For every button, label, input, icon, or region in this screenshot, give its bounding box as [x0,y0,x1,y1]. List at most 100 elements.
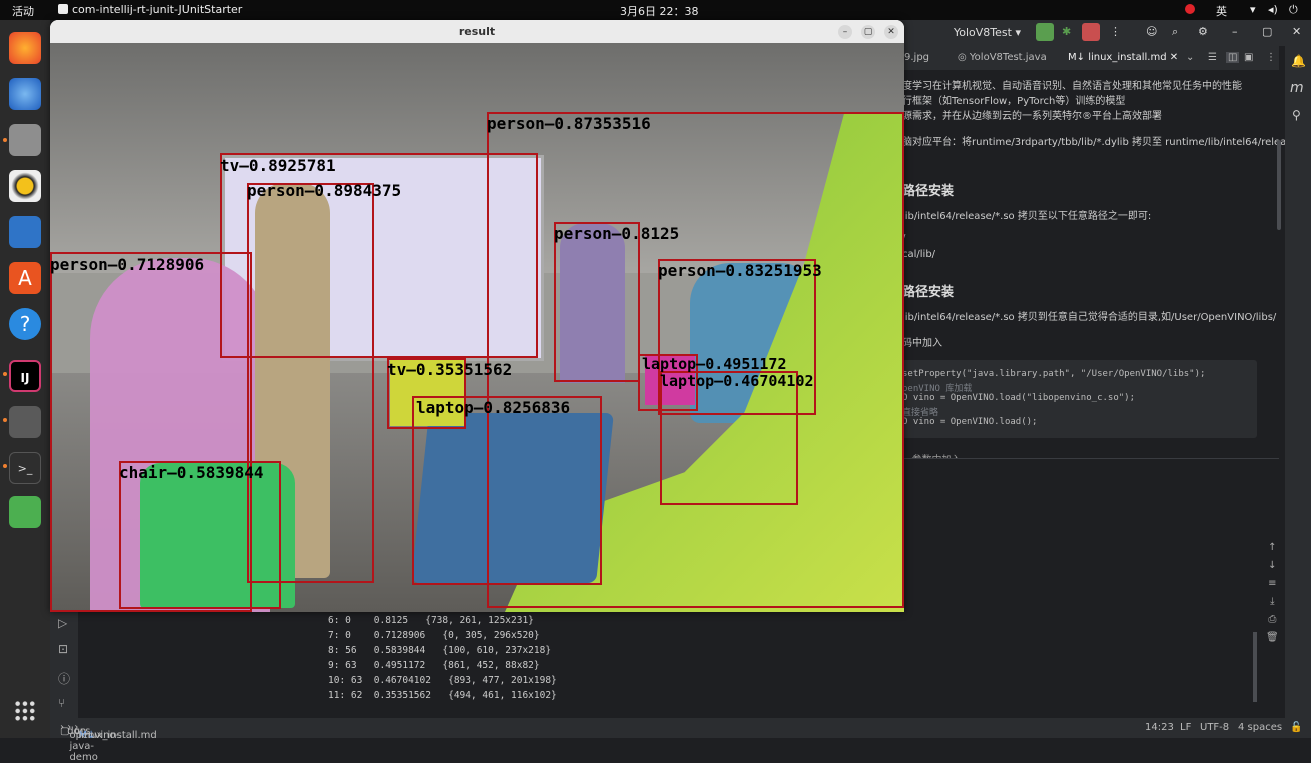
detection-label: chair–0.5839844 [119,463,264,482]
scroll-up-icon[interactable]: ↑ [1266,539,1279,557]
bbox [119,461,281,609]
tab-linux-install-md[interactable]: M↓ linux_install.md ✕ [1068,52,1178,63]
tab-yolov8test-java[interactable]: ◎ YoloV8Test.java [958,52,1047,63]
editor-tabs: 9.jpg ◎ YoloV8Test.java M↓ linux_install… [854,46,1279,71]
editor-line: lib/intel64/release/*.so 拷贝到任意自己觉得合适的目录,… [902,312,1277,323]
console-line: 6: 0 0.8125 {738, 261, 125x231} [328,615,534,626]
ide-maximize-button[interactable]: ▢ [1262,25,1272,38]
editor-line: lib/intel64/release/*.so 拷贝至以下任意路径之一即可: [902,211,1152,222]
minimize-button[interactable]: – [838,25,852,39]
file-encoding[interactable]: UTF-8 [1200,722,1229,733]
editor-line: 脑对应平台：将runtime/3rdparty/tbb/lib/*.dylib … [902,137,1302,148]
markdown-icon[interactable]: m [1290,80,1304,96]
notifications-icon[interactable]: 🔔 [1291,54,1306,68]
editor-only-icon[interactable]: ☰ [1208,52,1217,63]
editor-line: 源需求，并在从边缘到云的一系列英特尔®平台上高效部署 [902,111,1162,122]
intellij-icon[interactable]: IJ [9,360,41,392]
active-app-name[interactable]: com-intellij-rt-junit-JUnitStarter [72,3,242,16]
terminal-icon[interactable]: >_ [9,452,41,484]
right-tool-strip: 🔔 m ⚲ [1285,46,1311,738]
scroll-down-icon[interactable]: ↓ [1266,557,1279,575]
console-line: 9: 63 0.4951172 {861, 452, 88x82} [328,660,540,671]
detection-label: tv–0.8925781 [220,156,336,175]
preview-only-icon[interactable]: ▣ [1244,52,1253,63]
editor-line: 行框架（如TensorFlow，PyTorch等）训练的模型 [902,96,1126,107]
editor-scrollbar[interactable] [1277,140,1281,230]
run-tree-panel [78,612,319,718]
power-icon[interactable]: ⏻ [1289,3,1298,17]
search-icon[interactable]: ⌕ [1172,25,1178,39]
files-icon[interactable] [9,124,41,156]
ide-minimize-button[interactable]: – [1232,25,1238,38]
detection-label: person–0.7128906 [50,255,205,274]
services-icon[interactable]: ▷ [58,616,67,630]
clear-icon[interactable]: 🗑 [1266,629,1279,647]
console-output[interactable]: 6: 0 0.8125 {738, 261, 125x231} 7: 0 0.7… [318,612,1258,718]
firefox-icon[interactable] [9,32,41,64]
detection-label: laptop–0.46704102 [660,372,814,390]
detection-image: person–0.87353516 tv–0.8925781 person–0.… [50,43,904,612]
soft-wrap-icon[interactable]: ≡ [1266,575,1279,593]
cursor-position[interactable]: 14:23 [1145,722,1174,733]
tabs-dropdown-icon[interactable]: ⌄ [1186,52,1194,63]
detection-label: person–0.87353516 [487,114,651,133]
volume-icon[interactable]: ◂) [1268,3,1278,16]
split-view-icon[interactable]: ◫ [1226,52,1240,63]
ide-close-button[interactable]: ✕ [1292,25,1301,38]
markdown-editor[interactable]: 度学习在计算机视觉、自动语音识别、自然语言处理和其他常见任务中的性能 行框架（如… [854,70,1301,466]
terminal-tool-icon[interactable]: ⊡ [58,642,68,656]
scroll-to-end-icon[interactable]: ⤓ [1266,593,1279,611]
run-panel-actions: ↑ ↓ ≡ ⤓ ⎙ 🗑 [1266,539,1279,647]
structure-icon[interactable]: ⚲ [1292,108,1301,122]
console-line: 7: 0 0.7128906 {0, 305, 296x520} [328,630,540,641]
print-icon[interactable]: ⎙ [1266,611,1279,629]
clock[interactable]: 3月6日 22：38 [620,3,699,19]
show-apps-icon[interactable] [14,700,36,722]
trash-icon[interactable] [9,496,41,528]
debug-icon[interactable]: ✱ [1062,25,1071,38]
activities-button[interactable]: 活动 [12,3,34,19]
input-method[interactable]: 英 [1216,3,1227,19]
section-heading: 路径安装 [902,285,955,300]
lock-icon[interactable]: 🔓 [1290,722,1302,733]
bbox [412,396,602,585]
help-icon[interactable]: ? [9,308,41,340]
indent-setting[interactable]: 4 spaces [1238,722,1282,733]
console-scrollbar[interactable] [1253,632,1257,702]
app-center-icon[interactable]: A [9,262,41,294]
console-line: 8: 56 0.5839844 {100, 610, 237x218} [328,645,552,656]
run-panel: ↑ ↓ ≡ ⤓ ⎙ 🗑 [854,458,1279,643]
editor-line: 码中加入 [902,338,942,349]
code-block[interactable]: setProperty("java.library.path", "/User/… [902,360,1257,438]
line-separator[interactable]: LF [1180,722,1191,733]
window-title: result [50,20,904,44]
account-icon[interactable]: ☺ [1146,25,1157,38]
thunderbird-icon[interactable] [9,78,41,110]
settings-gear-icon[interactable]: ⚙ [1198,25,1208,38]
running-indicator [3,418,7,422]
writer-icon[interactable] [9,216,41,248]
tabs-more-icon[interactable]: ⋮ [1266,52,1276,63]
code-line: O vino = OpenVINO.load("libopenvino_c.so… [902,393,1135,403]
tab-image[interactable]: 9.jpg [904,52,929,63]
recording-icon[interactable] [1185,4,1195,14]
section-heading: 路径安装 [902,184,955,199]
bbox [660,371,798,505]
wifi-icon[interactable]: ▾ [1250,3,1256,16]
run-config-selector[interactable]: YoloV8Test ▾ [954,26,1021,39]
running-indicator [3,138,7,142]
stop-icon[interactable] [1082,23,1100,41]
rerun-icon[interactable] [1036,23,1054,41]
maximize-button[interactable]: ▢ [861,25,875,39]
os-top-bar: 活动 com-intellij-rt-junit-JUnitStarter 3月… [0,0,1311,20]
rhythmbox-icon[interactable] [9,170,41,202]
console-line: 10: 63 0.46704102 {893, 477, 201x198} [328,675,557,686]
close-button[interactable]: ✕ [884,25,898,39]
java-app-icon[interactable] [9,406,41,438]
git-icon[interactable]: ⑂ [58,696,65,710]
breadcrumb: ▢ openvino-java-demo › docs › cn › M↓ li… [60,722,157,763]
status-bar: ▢ openvino-java-demo › docs › cn › M↓ li… [50,718,1311,763]
bbox [554,222,640,382]
more-icon[interactable]: ⋮ [1110,25,1121,38]
problems-icon[interactable]: ⓘ [58,670,70,687]
